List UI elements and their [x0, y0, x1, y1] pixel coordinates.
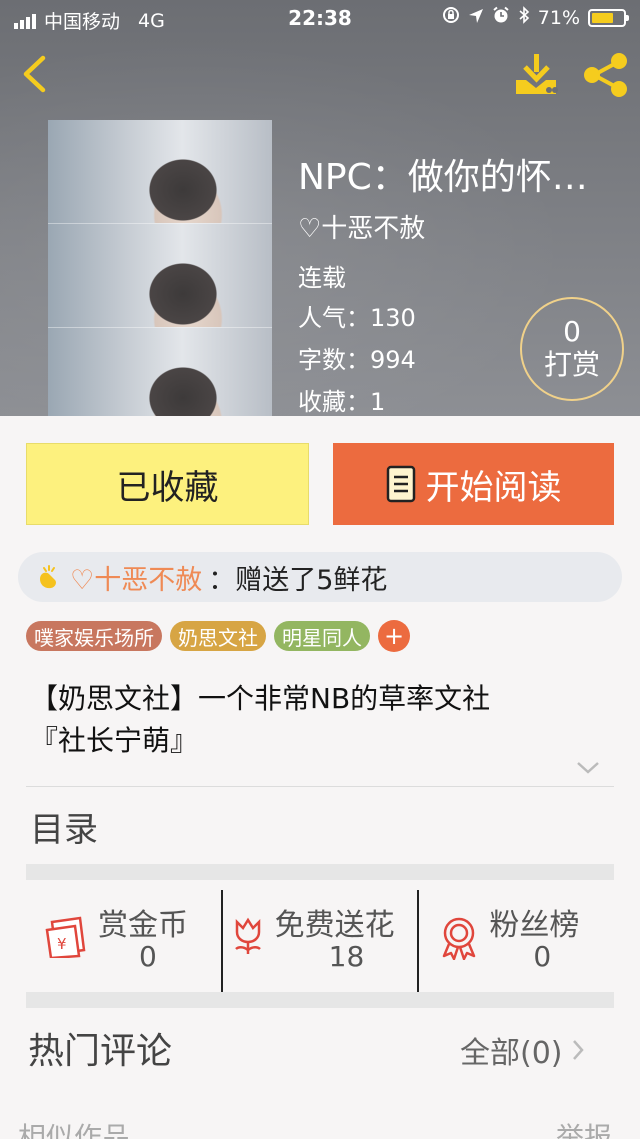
lock-rotation-icon [442, 6, 460, 29]
divider [26, 786, 614, 787]
svg-text:¥: ¥ [57, 935, 67, 953]
red-envelope-icon: ¥ [44, 916, 90, 962]
tip-count: 0 [563, 314, 581, 348]
table-of-contents-link[interactable]: 目录 [30, 802, 98, 851]
book-header: 中国移动 4G 22:38 71% NPC：做你的怀… ♡十恶不赦 连载 人气：… [0, 0, 640, 416]
stat-value: 18 [328, 940, 365, 973]
all-comments-link[interactable]: 全部(0) [460, 1028, 585, 1072]
status-bar: 中国移动 4G 22:38 71% [0, 0, 640, 36]
book-title: NPC：做你的怀… [298, 157, 588, 198]
tip-button[interactable]: 0 打赏 [520, 297, 624, 401]
description-line: 【奶思文社】一个非常NB的草率文社 [30, 682, 491, 715]
stat-label: 粉丝榜 [489, 908, 580, 943]
clap-icon [40, 565, 56, 589]
stat-value: 0 [139, 940, 157, 973]
stat-value: 0 [533, 940, 552, 973]
tag-chip[interactable]: 明星同人 [274, 621, 370, 651]
favorites-count: 收藏：1 [298, 388, 386, 416]
book-description: 【奶思文社】一个非常NB的草率文社 『社长宁萌』 [30, 678, 610, 762]
battery-icon [588, 8, 629, 27]
back-button[interactable] [14, 52, 54, 96]
tag-list: 噗家娱乐场所 奶思文社 明星同人 + [26, 620, 410, 652]
fan-ranking-button[interactable]: 粉丝榜 0 [417, 890, 614, 994]
location-icon [468, 7, 484, 29]
download-icon [516, 54, 558, 94]
add-tag-button[interactable]: + [378, 620, 410, 652]
donor-name[interactable]: ♡十恶不赦 [70, 558, 202, 597]
download-button[interactable] [512, 52, 560, 98]
collected-button[interactable]: 已收藏 [26, 443, 309, 525]
report-link[interactable]: 举报 [556, 1116, 612, 1139]
share-icon [584, 53, 627, 97]
flower-message: ：赠送了5鲜花 [208, 564, 388, 596]
stat-label: 赏金币 [98, 908, 188, 943]
tag-chip[interactable]: 噗家娱乐场所 [26, 621, 162, 651]
reader-actions: ¥ 赏金币 0 免费送花 18 粉丝榜 0 [26, 890, 614, 994]
tip-label: 打赏 [543, 347, 600, 381]
popularity-count: 人气：130 [298, 304, 416, 332]
plus-icon: + [383, 622, 405, 650]
section-separator [26, 864, 614, 880]
book-status: 连载 [298, 264, 346, 292]
free-flower-button[interactable]: 免费送花 18 [220, 890, 418, 994]
book-detail-body: 已收藏 开始阅读 ♡十恶不赦 ：赠送了5鲜花 噗家娱乐场所 奶思文社 明星同人 … [0, 416, 640, 1139]
alarm-icon [492, 6, 510, 29]
flower-icon [231, 916, 265, 960]
battery-percent: 71% [537, 6, 580, 29]
start-reading-label: 开始阅读 [425, 467, 562, 508]
stat-label: 免费送花 [274, 908, 395, 943]
chevron-left-icon [23, 55, 46, 93]
chevron-right-icon [572, 1040, 584, 1060]
section-separator [26, 992, 614, 1008]
gold-reward-button[interactable]: ¥ 赏金币 0 [26, 890, 221, 994]
bluetooth-icon [518, 6, 530, 29]
award-ribbon-icon [439, 916, 479, 964]
hot-comments-title: 热门评论 [28, 1031, 173, 1072]
tag-chip[interactable]: 奶思文社 [170, 621, 266, 651]
share-button[interactable] [582, 52, 630, 98]
all-comments-label: 全部(0) [460, 1036, 563, 1071]
book-cover-image[interactable] [48, 120, 272, 416]
status-right: 71% [442, 6, 629, 29]
author-name[interactable]: ♡十恶不赦 [298, 208, 425, 245]
book-icon [386, 465, 415, 503]
start-reading-button[interactable]: 开始阅读 [333, 443, 614, 525]
similar-works-title: 相似作品 [18, 1121, 131, 1139]
description-line: 『社长宁萌』 [30, 724, 199, 757]
word-count: 字数：994 [298, 346, 416, 374]
flower-gift-notice[interactable]: ♡十恶不赦 ：赠送了5鲜花 [18, 552, 622, 602]
expand-description-button[interactable] [574, 758, 602, 778]
chevron-down-icon [577, 762, 599, 774]
